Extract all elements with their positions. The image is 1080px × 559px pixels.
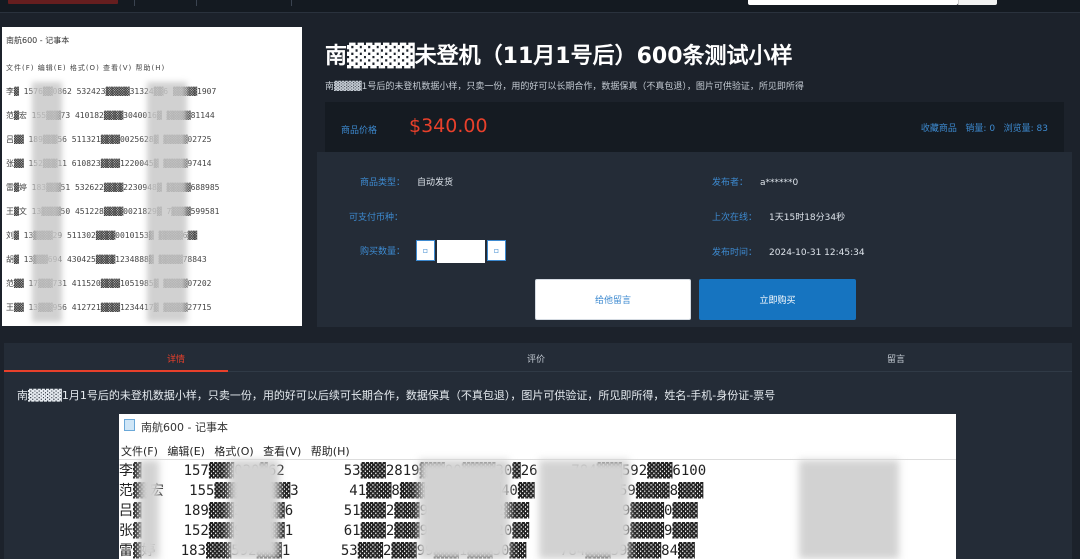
currency-label: 可支付币种：: [349, 213, 404, 223]
notepad-icon: [124, 419, 135, 431]
thumb-notepad-title: 南航600 - 记事本: [6, 36, 70, 45]
nav-divider: [291, 0, 292, 6]
publish-time-label: 发布时间：: [712, 248, 758, 258]
privacy-mask: [539, 460, 629, 559]
nav-divider: [196, 0, 197, 6]
leave-message-button[interactable]: 给他留言: [535, 279, 691, 320]
publisher: 发布者： a******0: [712, 175, 798, 188]
notepad-title: 南航600 - 记事本: [141, 421, 228, 434]
price-bar: 商品价格 $340.00 收藏商品 销量: 0 浏览量: 83: [325, 102, 1064, 152]
site-logo[interactable]: [8, 0, 118, 4]
thumb-notepad-menu: 文件(F) 编辑(E) 格式(O) 查看(V) 帮助(H): [6, 64, 166, 72]
product-image[interactable]: 南航600 - 记事本 文件(F) 编辑(E) 格式(O) 查看(V) 帮助(H…: [2, 27, 302, 326]
product-type: 商品类型： 自动发货: [360, 175, 453, 188]
privacy-mask: [799, 460, 899, 559]
quantity: 购买数量：: [360, 244, 405, 257]
quantity-input[interactable]: [437, 240, 485, 263]
notepad-menu: 文件(F) 编辑(E) 格式(O) 查看(V) 帮助(H): [121, 445, 350, 458]
quantity-label: 购买数量：: [360, 247, 406, 257]
tab-details[interactable]: 详情: [167, 352, 185, 365]
price-label: 商品价格: [341, 126, 378, 136]
last-online-value: 1天15时18分34秒: [769, 213, 846, 223]
publish-time: 发布时间： 2024-10-31 12:45:34: [712, 245, 865, 258]
last-online-label: 上次在线：: [712, 213, 758, 223]
publisher-value: a******0: [760, 178, 799, 188]
product-type-label: 商品类型：: [360, 178, 406, 188]
favorite-link[interactable]: 收藏商品: [921, 124, 957, 134]
nav-divider: [134, 0, 135, 6]
privacy-mask: [419, 460, 509, 559]
increment-button[interactable]: ▫: [487, 240, 506, 261]
search-input[interactable]: [748, 0, 958, 5]
notepad-screenshot: 南航600 - 记事本 文件(F) 编辑(E) 格式(O) 查看(V) 帮助(H…: [119, 414, 956, 559]
price-value: $340.00: [409, 115, 488, 137]
search-button[interactable]: [958, 0, 997, 5]
detail-description: 南▓▓▓▓1月1号后的未登机数据小样，只卖一份，用的好可以后续可长期合作，数据保…: [17, 389, 776, 402]
top-navbar: [0, 0, 1080, 13]
product-description: 南▓▓▓▓1号后的未登机数据小样，只卖一份，用的好可以长期合作，数据保真（不真包…: [325, 82, 804, 92]
view-count: 浏览量: 83: [1003, 124, 1048, 134]
product-type-value: 自动发货: [417, 178, 454, 188]
privacy-mask: [139, 460, 159, 559]
stats: 收藏商品 销量: 0 浏览量: 83: [921, 121, 1048, 134]
currency: 可支付币种：: [349, 210, 403, 223]
privacy-mask: [229, 460, 279, 559]
buy-now-button[interactable]: 立即购买: [699, 279, 856, 320]
product-title: 南▓▓▓▓未登机（11月1号后）600条测试小样: [325, 44, 793, 69]
active-tab-indicator: [4, 370, 228, 372]
sales-count: 销量: 0: [965, 124, 996, 134]
decrement-button[interactable]: ▫: [416, 240, 435, 261]
quantity-stepper[interactable]: ▫ ▫: [416, 240, 506, 263]
publisher-label: 发布者：: [712, 178, 749, 188]
tab-reviews[interactable]: 评价: [527, 352, 545, 365]
privacy-mask: [32, 82, 62, 322]
tab-messages[interactable]: 留言: [887, 352, 905, 365]
last-online: 上次在线： 1天15时18分34秒: [712, 210, 845, 223]
publish-time-value: 2024-10-31 12:45:34: [769, 248, 865, 258]
privacy-mask: [147, 82, 187, 322]
